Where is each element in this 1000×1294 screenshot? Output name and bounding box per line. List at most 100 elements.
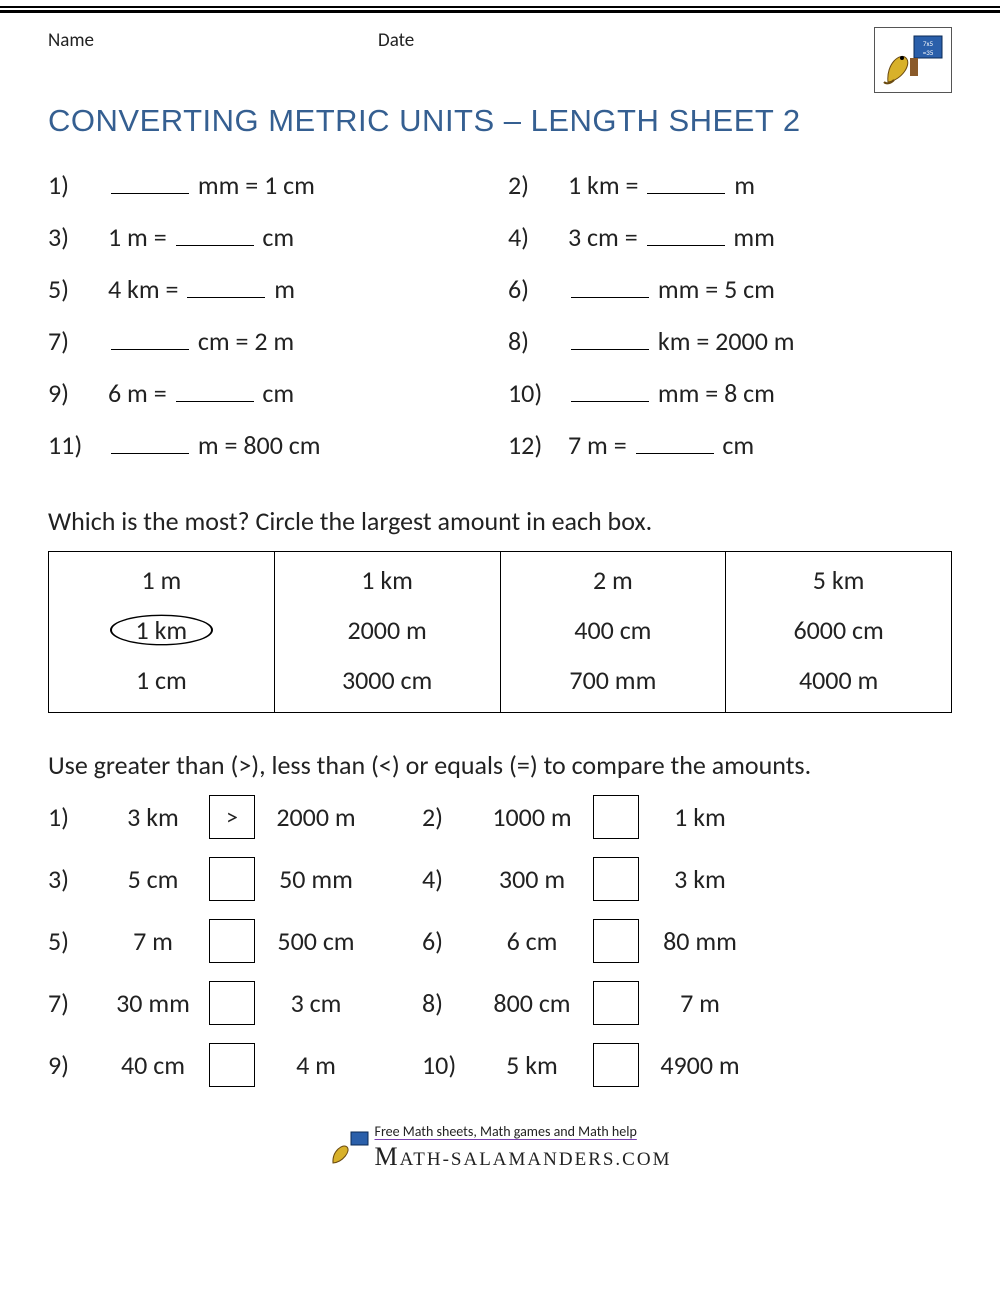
section1-grid: 1) mm = 1 cm2)1 km = m3)1 m = cm4)3 cm =… [48, 169, 952, 461]
choice-box: 1 m 1 km 1 cm [49, 552, 275, 713]
choice-option[interactable]: 5 km [795, 562, 883, 598]
choice-option[interactable]: 6000 cm [775, 612, 901, 648]
compare-right: 3 cm [256, 987, 376, 1019]
choice-option[interactable]: 400 cm [556, 612, 669, 648]
choice-option[interactable]: 700 mm [551, 662, 674, 698]
comparison-answer-box[interactable] [593, 981, 639, 1025]
expr-post: mm [728, 221, 775, 253]
answer-blank[interactable] [111, 173, 189, 194]
compare-right: 7 m [640, 987, 760, 1019]
conversion-expression: mm = 5 cm [568, 273, 888, 305]
expr-pre: 7 m = [568, 429, 633, 461]
answer-blank[interactable] [111, 433, 189, 454]
question-number: 7) [48, 325, 108, 357]
choice-option[interactable]: 2000 m [329, 612, 444, 648]
question-number: 4) [422, 863, 472, 895]
question-number: 5) [48, 925, 98, 957]
name-label: Name [48, 29, 378, 52]
compare-left: 30 mm [98, 987, 208, 1019]
compare-right: 1 km [640, 801, 760, 833]
compare-right: 4 m [256, 1049, 376, 1081]
conversion-expression: 1 km = m [568, 169, 888, 201]
choice-option[interactable]: 1 m [123, 562, 199, 598]
expr-post: mm = 5 cm [652, 273, 775, 305]
question-number: 6) [508, 273, 568, 305]
question-number: 8) [422, 987, 472, 1019]
conversion-expression: 1 m = cm [108, 221, 428, 253]
expr-post: mm = 8 cm [652, 377, 775, 409]
top-rule [0, 6, 1000, 13]
choice-option[interactable]: 1 km [343, 562, 431, 598]
conversion-expression: km = 2000 m [568, 325, 888, 357]
question-number: 4) [508, 221, 568, 253]
question-number: 9) [48, 1049, 98, 1081]
question-number: 9) [48, 377, 108, 409]
compare-left: 5 km [472, 1049, 592, 1081]
comparison-answer-box[interactable] [209, 981, 255, 1025]
answer-blank[interactable] [111, 329, 189, 350]
choice-option[interactable]: 3000 cm [324, 662, 450, 698]
compare-left: 1000 m [472, 801, 592, 833]
question-number: 10) [422, 1049, 472, 1081]
compare-left: 7 m [98, 925, 208, 957]
answer-blank[interactable] [571, 381, 649, 402]
compare-right: 80 mm [640, 925, 760, 957]
conversion-expression: 6 m = cm [108, 377, 428, 409]
answer-blank[interactable] [571, 277, 649, 298]
expr-pre: 6 m = [108, 377, 173, 409]
choice-option[interactable]: 1 km [118, 612, 206, 648]
conversion-expression: mm = 1 cm [108, 169, 428, 201]
answer-blank[interactable] [647, 225, 725, 246]
compare-left: 300 m [472, 863, 592, 895]
comparison-answer-box[interactable] [593, 795, 639, 839]
comparison-answer-box[interactable] [593, 1043, 639, 1087]
choice-box: 1 km 2000 m 3000 cm [274, 552, 500, 713]
answer-blank[interactable] [636, 433, 714, 454]
choice-option[interactable]: 4000 m [781, 662, 896, 698]
answer-blank[interactable] [647, 173, 725, 194]
question-number: 1) [48, 169, 108, 201]
conversion-expression: 7 m = cm [568, 429, 888, 461]
choice-option[interactable]: 2 m [575, 562, 651, 598]
svg-text:=35: =35 [923, 48, 934, 57]
footer-brand: MATH-SALAMANDERS.COM [375, 1142, 672, 1172]
answer-blank[interactable] [187, 277, 265, 298]
expr-pre: 4 km = [108, 273, 184, 305]
conversion-expression: 4 km = m [108, 273, 428, 305]
question-number: 3) [48, 221, 108, 253]
section3-instruction: Use greater than (>), less than (<) or e… [48, 749, 952, 781]
answer-blank[interactable] [176, 381, 254, 402]
compare-left: 40 cm [98, 1049, 208, 1081]
question-number: 11) [48, 429, 108, 461]
comparison-answer-box[interactable] [593, 919, 639, 963]
comparison-answer-box[interactable] [209, 1043, 255, 1087]
question-number: 1) [48, 801, 98, 833]
comparison-answer-box[interactable] [209, 919, 255, 963]
question-number: 5) [48, 273, 108, 305]
expr-post: cm [257, 221, 295, 253]
choice-option[interactable]: 1 cm [118, 662, 205, 698]
question-number: 3) [48, 863, 98, 895]
expr-pre: 1 km = [568, 169, 644, 201]
compare-left: 5 cm [98, 863, 208, 895]
expr-post: km = 2000 m [652, 325, 795, 357]
svg-text:7x5: 7x5 [923, 39, 934, 48]
expr-post: cm = 2 m [192, 325, 294, 357]
expr-post: mm = 1 cm [192, 169, 315, 201]
comparison-answer-box[interactable] [209, 857, 255, 901]
conversion-expression: cm = 2 m [108, 325, 428, 357]
comparison-answer-box[interactable] [593, 857, 639, 901]
footer-salamander-icon [329, 1131, 369, 1165]
compare-right: 500 cm [256, 925, 376, 957]
footer: Free Math sheets, Math games and Math he… [48, 1117, 952, 1198]
answer-blank[interactable] [571, 329, 649, 350]
comparison-answer-box[interactable]: > [209, 795, 255, 839]
compare-right: 50 mm [256, 863, 376, 895]
compare-left: 3 km [98, 801, 208, 833]
question-number: 7) [48, 987, 98, 1019]
question-number: 2) [508, 169, 568, 201]
answer-blank[interactable] [176, 225, 254, 246]
page-title: CONVERTING METRIC UNITS – LENGTH SHEET 2 [48, 103, 952, 139]
header-row: Name Date 7x5 =35 [48, 19, 952, 93]
expr-post: cm [717, 429, 755, 461]
